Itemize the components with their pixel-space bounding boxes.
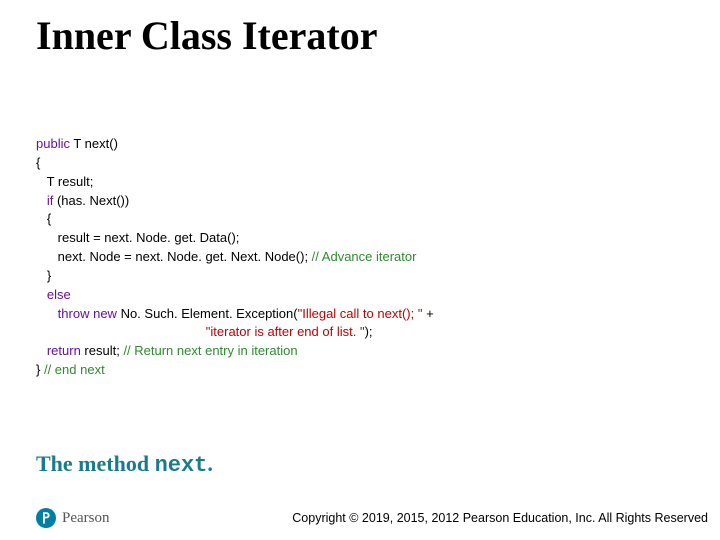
slide: Inner Class Iterator public T next() { T… [0,0,720,540]
kw-else: else [47,287,71,302]
code-text: { [36,155,40,170]
copyright-text: Copyright © 2019, 2015, 2012 Pearson Edu… [292,511,708,525]
code-text: No. Such. Element. Exception( [117,306,298,321]
brand-name: Pearson [62,510,110,527]
code-comment: // Return next entry in iteration [123,343,297,358]
code-text: { [36,211,51,226]
code-comment: // end next [44,362,105,377]
code-text: result = next. Node. get. Data(); [36,230,239,245]
kw-new: new [93,306,117,321]
kw-return: return [47,343,81,358]
code-text: T result; [36,174,93,189]
kw-public: public [36,136,70,151]
code-text: } [36,268,51,283]
kw-throw: throw [58,306,90,321]
caption-prefix: The method [36,451,155,476]
code-text: } [36,362,44,377]
code-comment: // Advance iterator [312,249,417,264]
code-text: ); [365,324,373,339]
footer: Pearson Copyright © 2019, 2015, 2012 Pea… [36,508,708,528]
code-text: result; [81,343,124,358]
code-string: "Illegal call to next(); " [298,306,423,321]
code-string: "iterator is after end of list. " [206,324,365,339]
pearson-logo-icon [36,508,56,528]
code-text: (has. Next()) [53,193,129,208]
code-text: T next() [70,136,118,151]
brand: Pearson [36,508,110,528]
code-text [36,324,206,339]
caption-suffix: . [207,451,213,476]
caption-code: next [155,453,208,478]
code-text: next. Node = next. Node. get. Next. Node… [36,249,312,264]
code-text: + [422,306,433,321]
code-block: public T next() { T result; if (has. Nex… [36,135,684,380]
slide-title: Inner Class Iterator [36,12,684,59]
caption: The method next. [36,451,213,478]
